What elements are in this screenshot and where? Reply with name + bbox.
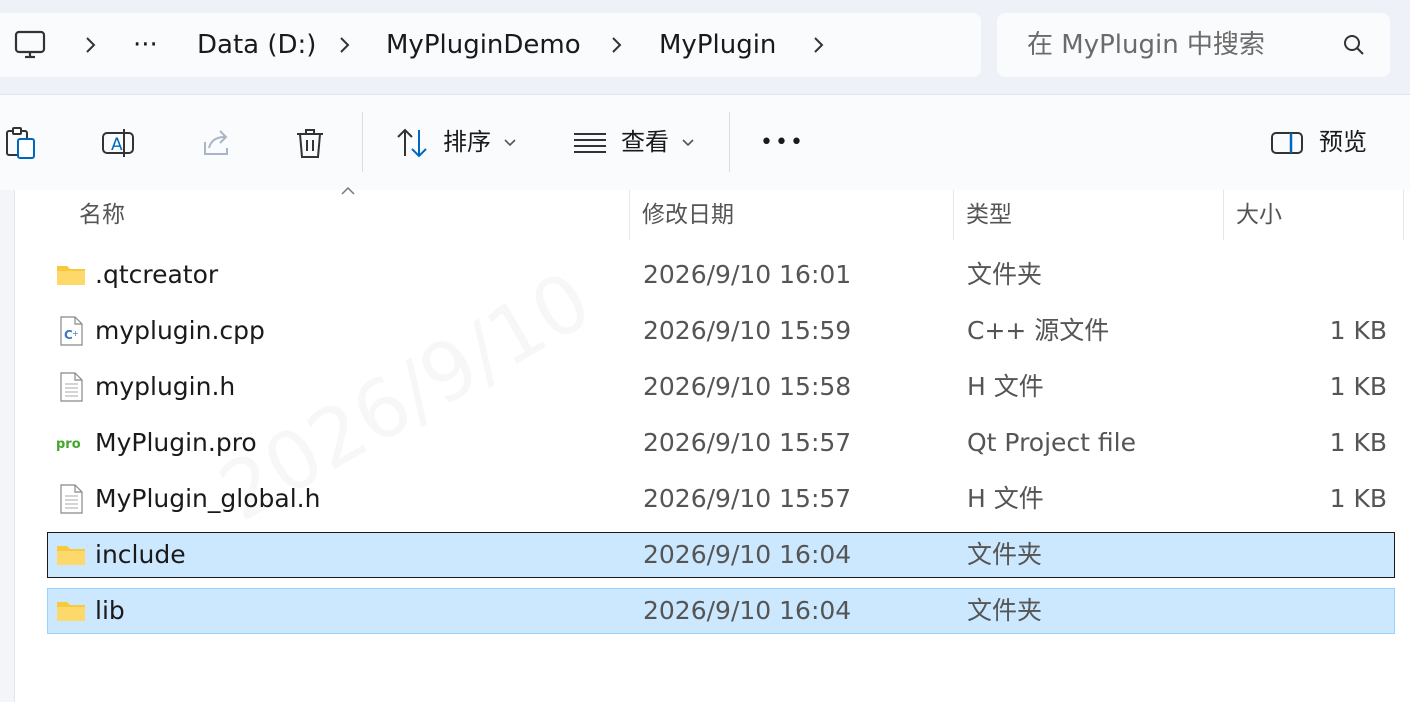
cpp-file-icon: C +: [56, 316, 86, 346]
file-name: include: [95, 540, 186, 569]
file-type: 文件夹: [967, 540, 1043, 569]
svg-text:+: +: [72, 329, 79, 338]
file-row[interactable]: myplugin.h 2026/9/10 15:58 H 文件 1 KB: [47, 364, 1395, 410]
more-options-button[interactable]: •••: [760, 95, 805, 190]
chevron-right-icon[interactable]: [606, 35, 626, 55]
search-input[interactable]: 在 MyPlugin 中搜索: [1027, 13, 1265, 77]
command-bar: A 排序 查看 ••• 预览: [0, 94, 1410, 191]
file-size: 1 KB: [1329, 484, 1387, 513]
search-box[interactable]: 在 MyPlugin 中搜索: [997, 13, 1390, 77]
sort-button[interactable]: 排序: [443, 95, 491, 190]
sort-ascending-icon: [341, 186, 355, 195]
breadcrumb-myplugin[interactable]: MyPlugin: [659, 13, 776, 77]
folder-icon: [56, 540, 86, 570]
file-name: lib: [95, 596, 125, 625]
column-header-size[interactable]: 大小: [1236, 190, 1282, 240]
file-type: H 文件: [967, 484, 1044, 513]
file-type: 文件夹: [967, 260, 1043, 289]
file-name: myplugin.h: [95, 372, 236, 401]
chevron-right-icon[interactable]: [334, 35, 354, 55]
view-button[interactable]: 查看: [621, 95, 669, 190]
file-row[interactable]: pro MyPlugin.pro 2026/9/10 15:57 Qt Project…: [47, 420, 1395, 466]
navigation-pane-edge: [0, 190, 15, 702]
column-divider[interactable]: [953, 190, 954, 240]
file-date: 2026/9/10 15:58: [643, 372, 852, 401]
file-type: H 文件: [967, 372, 1044, 401]
rename-icon[interactable]: A: [101, 126, 135, 160]
column-header-name[interactable]: 名称: [79, 190, 125, 240]
file-date: 2026/9/10 16:01: [643, 260, 852, 289]
this-pc-icon[interactable]: [14, 30, 46, 60]
paste-icon[interactable]: [4, 126, 38, 160]
chevron-down-icon[interactable]: [503, 137, 517, 149]
folder-icon: [56, 596, 86, 626]
file-row[interactable]: C + myplugin.cpp 2026/9/10 15:59 C++ 源文件 1 KB: [47, 308, 1395, 354]
file-date: 2026/9/10 16:04: [643, 540, 852, 569]
file-row[interactable]: .qtcreator 2026/9/10 16:01 文件夹: [47, 252, 1395, 298]
share-icon: [204, 130, 228, 155]
file-date: 2026/9/10 15:57: [643, 428, 852, 457]
folder-icon: [56, 260, 86, 290]
column-divider[interactable]: [1403, 190, 1404, 240]
file-row[interactable]: include 2026/9/10 16:04 文件夹: [47, 532, 1395, 578]
file-date: 2026/9/10 15:59: [643, 316, 852, 345]
column-header-type[interactable]: 类型: [966, 190, 1012, 240]
file-name: MyPlugin.pro: [95, 428, 257, 457]
file-name: MyPlugin_global.h: [95, 484, 321, 513]
file-size: 1 KB: [1329, 372, 1387, 401]
file-date: 2026/9/10 15:57: [643, 484, 852, 513]
file-name: myplugin.cpp: [95, 316, 265, 345]
file-type: C++ 源文件: [967, 316, 1110, 345]
file-size: 1 KB: [1329, 428, 1387, 457]
toolbar-divider: [729, 112, 730, 172]
file-row[interactable]: MyPlugin_global.h 2026/9/10 15:57 H 文件 1 KB: [47, 476, 1395, 522]
toolbar-divider: [362, 112, 363, 172]
chevron-right-icon[interactable]: [808, 35, 828, 55]
address-bar[interactable]: ··· Data (D:) MyPluginDemo MyPlugin: [0, 13, 981, 77]
text-file-icon: [56, 372, 86, 402]
view-icon[interactable]: [573, 126, 607, 160]
chevron-right-icon[interactable]: [80, 35, 100, 55]
breadcrumb-myplugindemo[interactable]: MyPluginDemo: [386, 13, 581, 77]
file-date: 2026/9/10 16:04: [643, 596, 852, 625]
sort-icon[interactable]: [395, 126, 429, 160]
column-divider[interactable]: [629, 190, 630, 240]
chevron-down-icon[interactable]: [681, 137, 695, 149]
preview-button[interactable]: 预览: [1319, 95, 1367, 190]
column-header-date[interactable]: 修改日期: [642, 190, 734, 240]
svg-text:A: A: [111, 135, 123, 155]
text-file-icon: [56, 484, 86, 514]
file-name: .qtcreator: [95, 260, 219, 289]
file-size: 1 KB: [1329, 316, 1387, 345]
svg-text:pro: pro: [56, 437, 81, 452]
file-row[interactable]: lib 2026/9/10 16:04 文件夹: [47, 588, 1395, 634]
file-type: 文件夹: [967, 596, 1043, 625]
search-icon[interactable]: [1342, 33, 1366, 57]
breadcrumb-overflow[interactable]: ···: [133, 13, 158, 77]
breadcrumb-drive[interactable]: Data (D:): [197, 13, 316, 77]
file-type: Qt Project file: [967, 428, 1136, 457]
preview-pane-icon[interactable]: [1270, 126, 1304, 160]
delete-icon[interactable]: [293, 126, 327, 160]
title-area: ··· Data (D:) MyPluginDemo MyPlugin 在 My…: [0, 0, 1410, 94]
column-divider[interactable]: [1223, 190, 1224, 240]
pro-file-icon: pro: [56, 428, 86, 458]
